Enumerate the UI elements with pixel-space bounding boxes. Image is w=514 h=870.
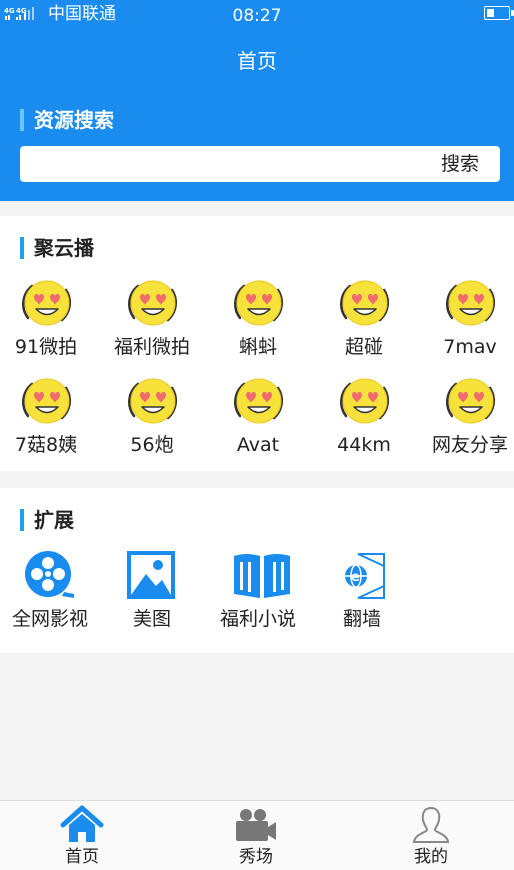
cloud-item-label: 7mav <box>443 336 497 358</box>
cloud-item-label: 超碰 <box>344 336 383 358</box>
cloud-item-label: 蝌蚪 <box>238 336 277 358</box>
ext-label: 美图 <box>132 608 171 630</box>
cloud-section-title: 聚云播 <box>20 236 94 260</box>
extension-section-title: 扩展 <box>20 508 74 532</box>
ext-label: 翻墙 <box>342 608 381 630</box>
cloud-section: 聚云播 91微拍 福利微拍 蝌蚪 超碰 7mav 7菇8姨 56炮 Avat 44km 网友分享 <box>0 216 514 471</box>
nav-item-home[interactable]: 首页 <box>22 801 142 870</box>
nav-label: 首页 <box>65 847 99 867</box>
search-input[interactable] <box>28 150 412 180</box>
user-icon <box>412 806 450 843</box>
cloud-item[interactable]: 44km <box>312 374 416 466</box>
status-time: 08:27 <box>232 6 282 26</box>
nav-label: 我的 <box>414 847 448 867</box>
battery-icon <box>484 6 514 20</box>
cloud-item[interactable]: 7菇8姨 <box>0 374 98 466</box>
search-section-title: 资源搜索 <box>20 108 114 132</box>
cloud-item[interactable]: 超碰 <box>312 276 416 368</box>
bottom-nav: 首页 秀场 我的 <box>0 800 514 870</box>
heart-eyes-emoji-icon <box>22 378 72 424</box>
video-camera-icon <box>236 809 276 841</box>
cloud-item[interactable]: 网友分享 <box>418 374 514 466</box>
browser-globe-icon: e <box>345 553 385 599</box>
nav-label: 秀场 <box>239 847 273 867</box>
ext-label: 福利小说 <box>219 608 296 630</box>
cloud-item-label: 56炮 <box>130 434 174 456</box>
cloud-item[interactable]: 福利微拍 <box>100 276 204 368</box>
cloud-item-label: 44km <box>337 434 391 456</box>
cloud-item-label: 91微拍 <box>14 336 78 358</box>
cloud-item[interactable]: Avat <box>206 374 310 466</box>
film-reel-icon <box>25 551 74 598</box>
home-icon <box>60 805 104 842</box>
heart-eyes-emoji-icon <box>128 280 178 326</box>
ext-item-vpn[interactable]: e 翻墙 <box>312 550 412 640</box>
nav-item-mine[interactable]: 我的 <box>371 801 491 870</box>
book-icon <box>234 554 290 598</box>
heart-eyes-emoji-icon <box>22 280 72 326</box>
cloud-item-label: Avat <box>236 434 280 456</box>
status-bar: 4G 4G 中国联通 08:27 <box>0 0 514 30</box>
heart-eyes-emoji-icon <box>234 280 284 326</box>
heart-eyes-emoji-icon <box>446 280 496 326</box>
cloud-item-label: 福利微拍 <box>113 336 190 358</box>
cloud-item-label: 7菇8姨 <box>14 434 78 456</box>
cloud-item[interactable]: 蝌蚪 <box>206 276 310 368</box>
svg-text:e: e <box>351 570 360 585</box>
cloud-item[interactable]: 91微拍 <box>0 276 98 368</box>
heart-eyes-emoji-icon <box>340 280 390 326</box>
ext-item-film[interactable]: 全网影视 <box>0 550 100 640</box>
image-icon <box>127 551 175 599</box>
header: 4G 4G 中国联通 08:27 首页 资源搜索 搜索 <box>0 0 514 201</box>
nav-item-show[interactable]: 秀场 <box>196 801 316 870</box>
cloud-item[interactable]: 56炮 <box>100 374 204 466</box>
heart-eyes-emoji-icon <box>128 378 178 424</box>
search-button[interactable]: 搜索 <box>420 146 500 182</box>
cloud-item[interactable]: 7mav <box>418 276 514 368</box>
extension-section: 扩展 全网影视 美图 福利小说 e 翻墙 <box>0 488 514 653</box>
ext-item-book[interactable]: 福利小说 <box>208 550 308 640</box>
heart-eyes-emoji-icon <box>234 378 284 424</box>
page-title: 首页 <box>237 49 277 73</box>
heart-eyes-emoji-icon <box>340 378 390 424</box>
heart-eyes-emoji-icon <box>446 378 496 424</box>
ext-item-image[interactable]: 美图 <box>102 550 202 640</box>
cloud-item-label: 网友分享 <box>431 434 508 456</box>
